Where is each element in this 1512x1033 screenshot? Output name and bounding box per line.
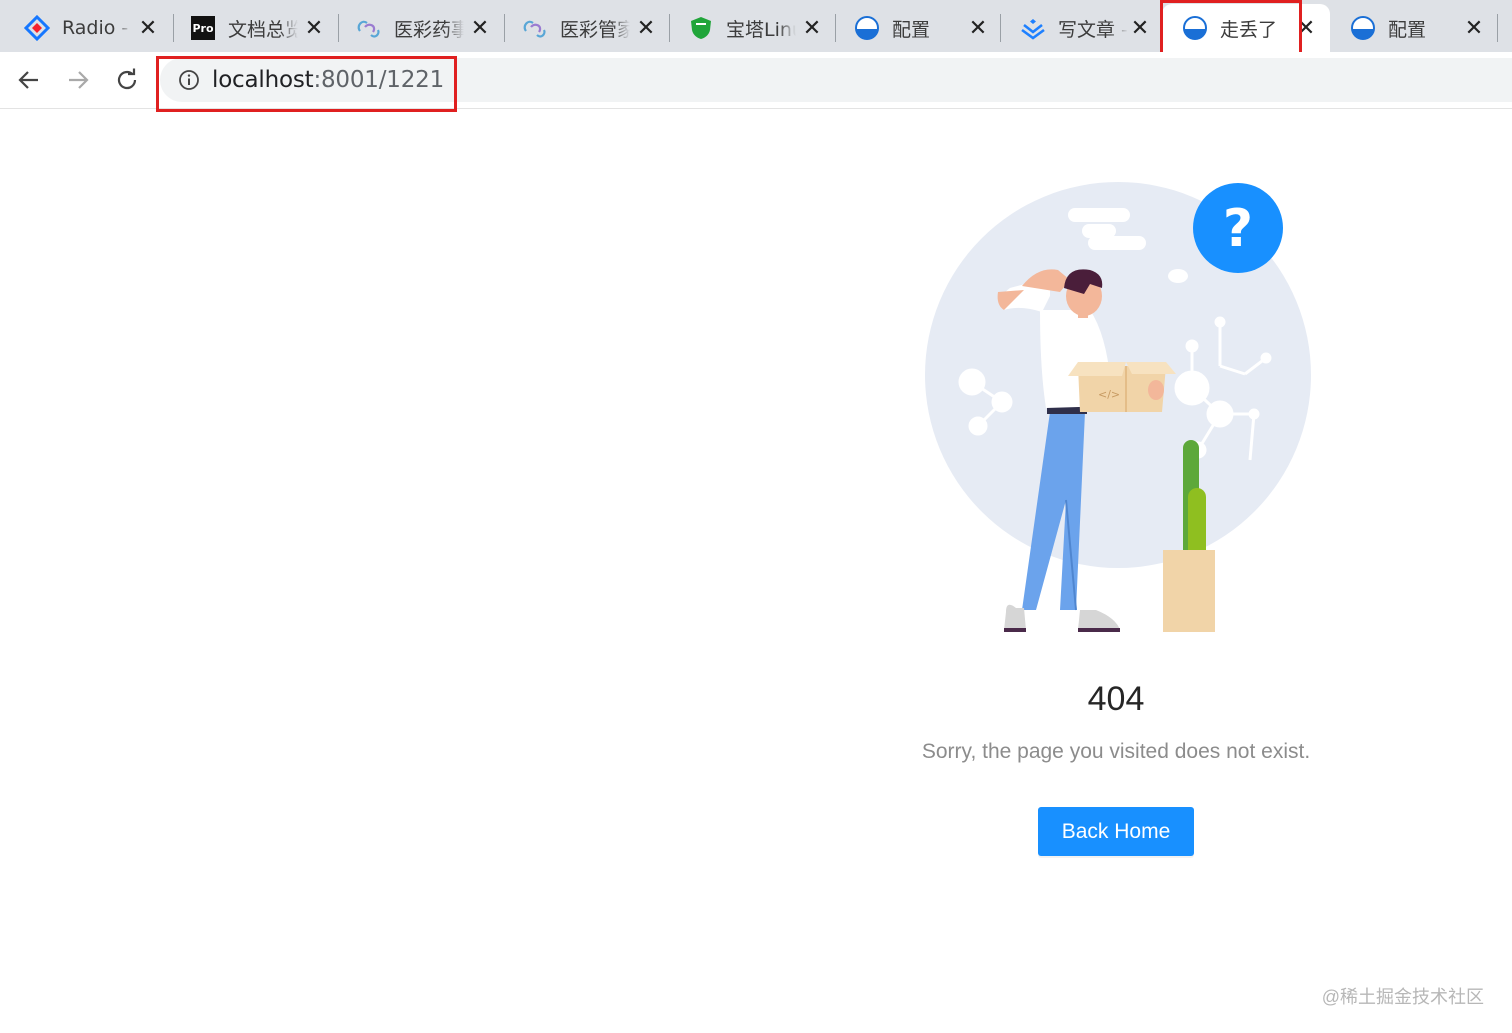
- tab-title: Radio -: [62, 17, 129, 39]
- tab-radio[interactable]: Radio - ✕: [4, 4, 170, 52]
- juejin-logo-icon: [1020, 15, 1046, 41]
- tab-title: 宝塔Linux: [726, 18, 796, 41]
- tab-docs-overview[interactable]: Pro 文档总览 ✕: [170, 4, 336, 52]
- pro-logo-icon: Pro: [190, 15, 216, 41]
- question-mark-icon: ?: [1193, 183, 1283, 273]
- close-icon[interactable]: ✕: [1462, 16, 1486, 41]
- close-icon[interactable]: ✕: [136, 16, 160, 41]
- not-found-illustration: ? </>: [925, 182, 1311, 632]
- back-home-button[interactable]: Back Home: [1038, 807, 1194, 856]
- forward-button[interactable]: [62, 64, 94, 96]
- back-button[interactable]: [13, 64, 45, 96]
- chain-link-icon: [356, 15, 382, 41]
- tab-title: 配置: [892, 18, 931, 41]
- reload-icon: [117, 68, 137, 90]
- svg-text:</>: </>: [1098, 388, 1120, 401]
- tab-title: 医彩管家: [560, 18, 630, 41]
- close-icon[interactable]: ✕: [468, 16, 492, 41]
- globe-icon: [854, 15, 880, 41]
- tab-config[interactable]: 配置 ✕: [834, 4, 1000, 52]
- tab-write-article[interactable]: 写文章 - ✕: [1000, 4, 1162, 52]
- tab-baota[interactable]: 宝塔Linux ✕: [668, 4, 834, 52]
- close-icon[interactable]: ✕: [966, 16, 990, 41]
- svg-text:?: ?: [1223, 199, 1253, 259]
- svg-text:Pro: Pro: [192, 22, 213, 35]
- reload-button[interactable]: [111, 64, 143, 96]
- close-icon[interactable]: ✕: [800, 16, 824, 41]
- status-code: 404: [1087, 680, 1145, 718]
- close-icon[interactable]: ✕: [302, 16, 326, 41]
- tab-title: 写文章 -: [1058, 18, 1128, 41]
- globe-icon: [1350, 15, 1376, 41]
- error-message: Sorry, the page you visited does not exi…: [921, 740, 1311, 763]
- close-icon[interactable]: ✕: [1128, 16, 1152, 41]
- tab-manager[interactable]: 医彩管家 ✕: [502, 4, 668, 52]
- close-icon[interactable]: ✕: [634, 16, 658, 41]
- tab-config-2[interactable]: 配置 ✕: [1330, 4, 1496, 52]
- chain-link-icon: [522, 15, 548, 41]
- green-shield-icon: [688, 15, 714, 41]
- tab-divider: [1497, 14, 1498, 42]
- watermark: @稀土掘金技术社区: [1321, 987, 1484, 1007]
- tab-pharmacy[interactable]: 医彩药事 ✕: [336, 4, 502, 52]
- tab-title: 医彩药事: [394, 18, 464, 41]
- arrow-right-icon: [69, 71, 89, 89]
- antd-logo-icon: [24, 15, 50, 41]
- tab-title: 配置: [1388, 18, 1427, 41]
- url-highlight: [156, 56, 457, 112]
- arrow-left-icon: [18, 71, 38, 89]
- tab-title: 文档总览: [228, 18, 298, 41]
